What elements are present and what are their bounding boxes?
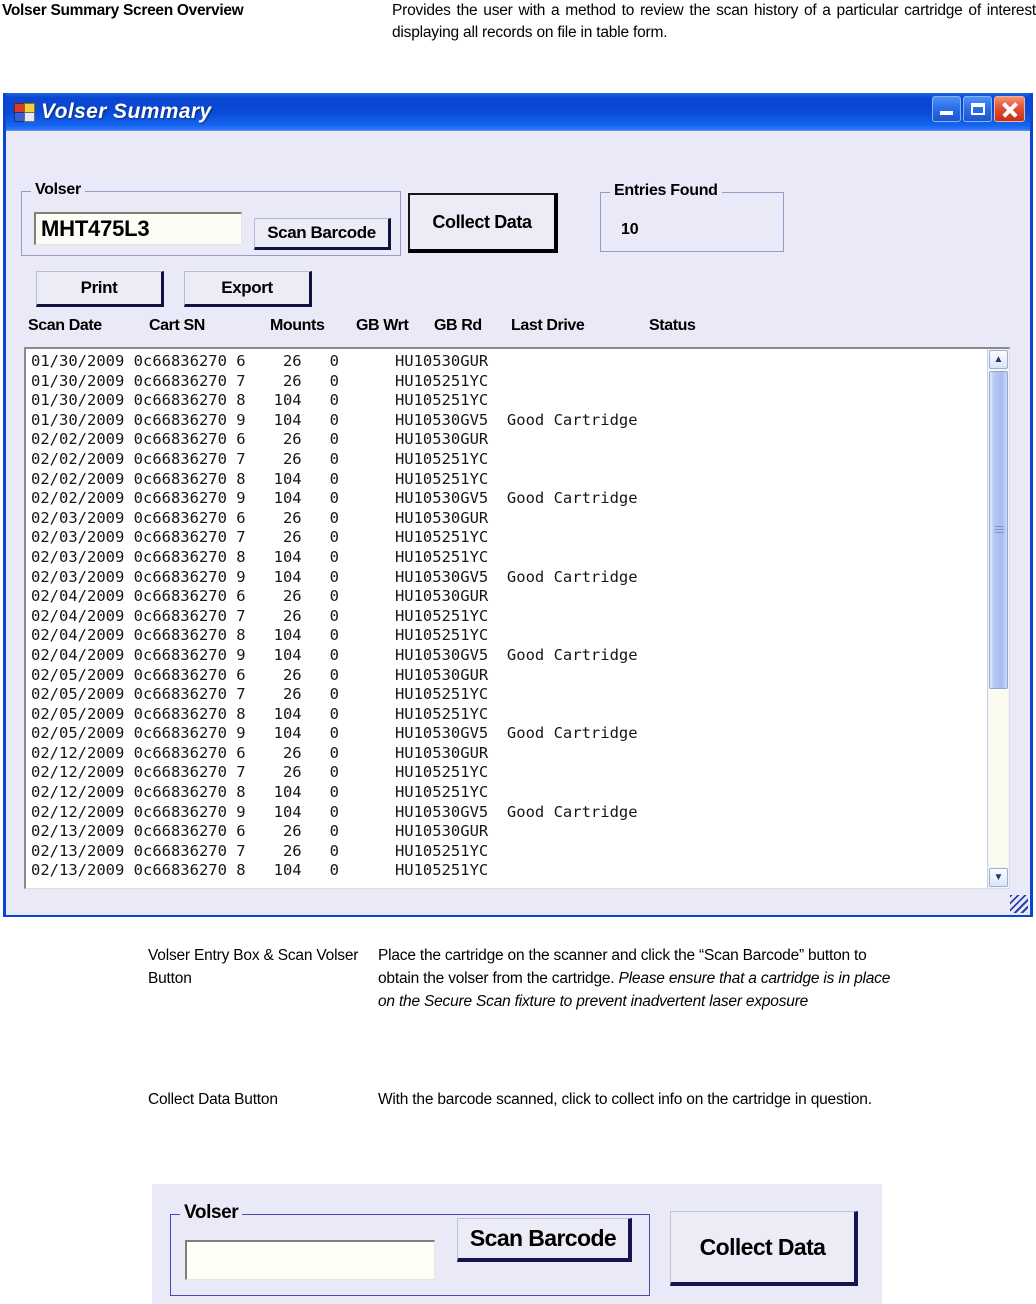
window-controls: [932, 96, 1025, 122]
table-column-headers: Scan Date Cart SN Mounts GB Wrt GB Rd Last Dr…: [6, 317, 1030, 343]
vertical-scrollbar[interactable]: ▲ ▼: [987, 349, 1009, 888]
close-icon[interactable]: [994, 96, 1025, 122]
column-header-gb-rd: GB Rd: [434, 317, 482, 334]
scroll-down-icon[interactable]: ▼: [989, 868, 1008, 887]
figure-volser-input[interactable]: [185, 1240, 435, 1280]
volser-groupbox: Volser MHT475L3 Scan Barcode: [21, 181, 401, 256]
column-header-mounts: Mounts: [270, 317, 325, 334]
entries-found-legend: Entries Found: [610, 182, 722, 200]
column-header-status: Status: [649, 317, 696, 334]
column-header-cart-sn: Cart SN: [149, 317, 205, 334]
description-term: Volser Entry Box & Scan Volser Button: [148, 947, 359, 987]
form-icon: [14, 102, 35, 122]
figure-collect-data-button[interactable]: Collect Data: [670, 1211, 858, 1286]
overview-description-row: Volser Summary Screen Overview Provides …: [0, 0, 1036, 44]
entries-found-value: 10: [621, 221, 639, 238]
figure-scan-barcode-button[interactable]: Scan Barcode: [457, 1218, 632, 1262]
description-row-collect-data: Collect Data Button With the barcode sca…: [0, 1088, 1036, 1111]
minimize-icon[interactable]: [932, 96, 961, 122]
scan-history-listbox[interactable]: 01/30/2009 0c66836270 6 26 0 HU10530GUR …: [24, 347, 1010, 889]
export-button[interactable]: Export: [184, 271, 312, 307]
overview-term: Volser Summary Screen Overview: [2, 2, 244, 19]
scrollbar-thumb[interactable]: [989, 371, 1008, 689]
overview-definition: Provides the user with a method to revie…: [392, 2, 1036, 41]
column-header-scan-date: Scan Date: [28, 317, 102, 334]
column-header-last-drive: Last Drive: [511, 317, 585, 334]
scan-barcode-button[interactable]: Scan Barcode: [254, 218, 391, 250]
scroll-up-icon[interactable]: ▲: [989, 350, 1008, 369]
entries-found-groupbox: Entries Found 10: [600, 182, 784, 252]
volser-group-legend: Volser: [31, 181, 85, 199]
collect-data-button[interactable]: Collect Data: [408, 193, 558, 253]
table-rows: 01/30/2009 0c66836270 6 26 0 HU10530GUR …: [31, 352, 638, 880]
maximize-icon[interactable]: [963, 96, 992, 122]
description-row-volser-entry: Volser Entry Box & Scan Volser Button Pl…: [0, 944, 1036, 1013]
volser-input[interactable]: MHT475L3: [34, 212, 242, 245]
volser-entry-figure: Volser Scan Barcode Collect Data: [152, 1184, 882, 1304]
resize-grip[interactable]: [1010, 895, 1028, 913]
description-definition: Place the cartridge on the scanner and c…: [378, 944, 898, 1013]
window-title: Volser Summary: [41, 99, 212, 123]
column-header-gb-wrt: GB Wrt: [356, 317, 409, 334]
description-definition-normal: With the barcode scanned, click to colle…: [378, 1091, 872, 1108]
window-client-area: Volser MHT475L3 Scan Barcode Collect Dat…: [6, 131, 1030, 915]
description-definition: With the barcode scanned, click to colle…: [378, 1088, 898, 1111]
window-titlebar[interactable]: Volser Summary: [6, 93, 1030, 131]
print-button[interactable]: Print: [36, 271, 164, 307]
volser-summary-window: Volser Summary Volser MHT475L3 Scan Barc…: [3, 93, 1033, 917]
figure-volser-legend: Volser: [180, 1202, 243, 1224]
description-term: Collect Data Button: [148, 1091, 278, 1108]
